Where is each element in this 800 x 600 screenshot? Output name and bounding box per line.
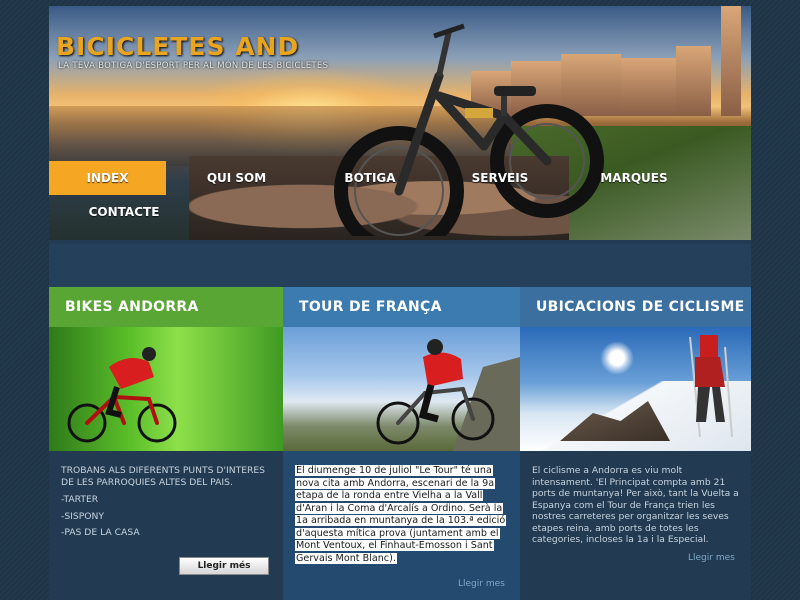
nav-item-marques[interactable]: MARQUES <box>589 161 679 195</box>
nav-item-index[interactable]: INDEX <box>49 161 166 195</box>
read-more-button[interactable]: Llegir més <box>179 557 269 575</box>
column-body: El ciclisme a Andorra es viu molt intens… <box>520 451 751 600</box>
tour-article-text: El diumenge 10 de juliol "Le Tour" té un… <box>295 465 507 564</box>
page-wrapper: BICICLETES AND LA TEVA BOTIGA D'ESPORT P… <box>49 6 751 600</box>
cycling-article-text: El ciclisme a Andorra es viu molt intens… <box>532 465 739 545</box>
list-item: -TARTER <box>61 494 99 505</box>
cyclist-green-image <box>49 327 283 451</box>
column-body: El diumenge 10 de juliol "Le Tour" té un… <box>283 451 520 600</box>
read-more-link[interactable]: Llegir mes <box>688 553 735 563</box>
column-body: tROBANS ALS DIFERENTS PUNTS D'INTERES DE… <box>49 451 283 600</box>
cyclist-mountain-image <box>283 327 520 451</box>
column-heading[interactable]: UBICACIONS DE CICLISME <box>520 287 751 327</box>
snow-mountain-image <box>520 327 751 451</box>
column-lead-text: tROBANS ALS DIFERENTS PUNTS D'INTERES DE… <box>61 465 266 488</box>
column-bikes-andorra: BIKES ANDORRA tROBANS ALS DIFERENTS <box>49 287 283 600</box>
nav-item-qui-som[interactable]: QUI SOM <box>189 161 284 195</box>
cyclist-figure <box>376 339 520 451</box>
hiker-figure <box>689 335 733 438</box>
site-tagline: LA TEVA BOTIGA D'ESPORT PER AL MÓN DE LE… <box>58 61 329 71</box>
cyclist-figure <box>67 347 177 443</box>
read-more-link[interactable]: Llegir mes <box>458 579 505 589</box>
site-title[interactable]: BICICLETES AND <box>56 32 299 61</box>
nav-item-serveis[interactable]: SERVEIS <box>455 161 545 195</box>
main-navigation: INDEX QUI SOM BOTIGA SERVEIS MARQUES CON… <box>49 161 751 240</box>
header-banner: BICICLETES AND LA TEVA BOTIGA D'ESPORT P… <box>49 6 751 240</box>
list-item: -SISPONY <box>61 510 104 522</box>
nav-item-contacte[interactable]: CONTACTE <box>69 195 179 229</box>
column-heading[interactable]: TOUR DE FRANÇA <box>283 287 520 327</box>
column-tour-de-franca: TOUR DE FRANÇA El diumenge 10 de juliol … <box>283 287 520 600</box>
column-ubicacions: UBICACIONS DE CICLISME El ciclisme a And… <box>520 287 751 600</box>
location-list: -TARTER -SISPONY -PAS DE LA CASA <box>61 494 271 539</box>
column-heading[interactable]: BIKES ANDORRA <box>49 287 283 327</box>
spacer-strip <box>49 244 751 288</box>
nav-item-botiga[interactable]: BOTIGA <box>325 161 415 195</box>
list-item: -PAS DE LA CASA <box>61 527 140 538</box>
